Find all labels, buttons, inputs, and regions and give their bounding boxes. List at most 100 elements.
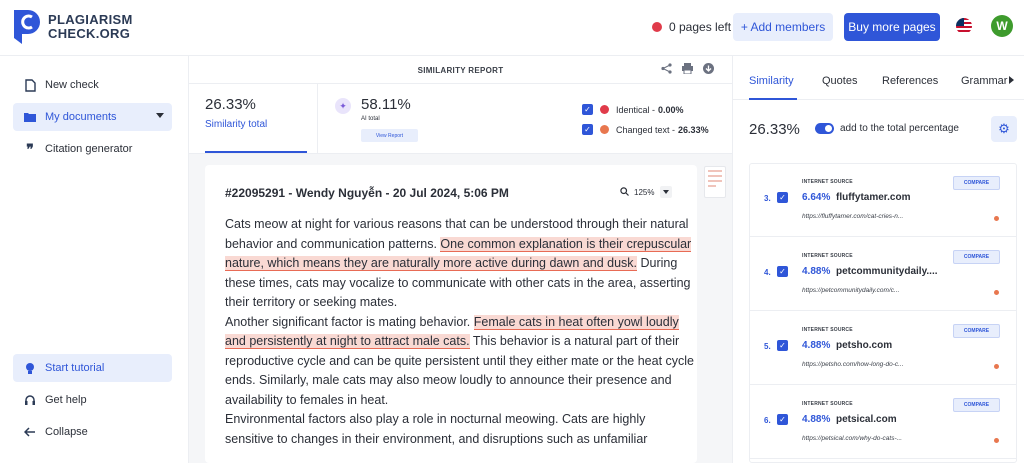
pages-left-indicator: 0 pages left bbox=[652, 20, 731, 34]
checkbox-icon[interactable]: ✓ bbox=[777, 414, 788, 425]
sparkle-icon: ✦ bbox=[335, 98, 351, 114]
checkbox-icon[interactable]: ✓ bbox=[777, 266, 788, 277]
similarity-total-value: 26.33% bbox=[205, 96, 256, 113]
sidebar-item-label: Get help bbox=[45, 394, 87, 406]
user-avatar[interactable]: W bbox=[991, 15, 1013, 37]
source-name[interactable]: petcommunitydaily.... bbox=[836, 266, 946, 277]
tab-references[interactable]: References bbox=[882, 75, 938, 87]
source-number: 6. bbox=[764, 416, 771, 425]
file-icon bbox=[23, 78, 37, 92]
source-kind: INTERNET SOURCE bbox=[802, 327, 853, 333]
source-percent: 4.88% bbox=[802, 340, 831, 351]
view-report-button[interactable]: View Report bbox=[361, 129, 418, 142]
report-header: SIMILARITY REPORT bbox=[189, 56, 732, 84]
panel-similarity-total: 26.33% bbox=[749, 121, 800, 138]
source-item[interactable]: 3. ✓ INTERNET SOURCE 6.64% fluffytamer.c… bbox=[750, 164, 1016, 237]
similarity-total-tab[interactable]: 26.33% Similarity total bbox=[205, 96, 267, 130]
source-name[interactable]: petsical.com bbox=[836, 414, 946, 425]
document-text: Cats meow at night for various reasons t… bbox=[225, 215, 695, 449]
sidebar-item-new-check[interactable]: New check bbox=[13, 71, 172, 99]
source-percent: 6.64% bbox=[802, 192, 831, 203]
source-number: 5. bbox=[764, 342, 771, 351]
chevron-down-icon[interactable] bbox=[660, 186, 673, 198]
changed-dot-icon bbox=[994, 364, 999, 369]
compare-button[interactable]: COMPARE bbox=[953, 398, 1000, 412]
logo-icon bbox=[12, 8, 42, 46]
report-title: SIMILARITY REPORT bbox=[417, 66, 504, 75]
compare-button[interactable]: COMPARE bbox=[953, 324, 1000, 338]
add-to-total-toggle[interactable] bbox=[815, 123, 834, 134]
source-url[interactable]: https://petcommunitydaily.com/c... bbox=[802, 287, 947, 294]
source-number: 3. bbox=[764, 194, 771, 203]
chevron-down-icon[interactable] bbox=[156, 113, 164, 118]
folder-icon bbox=[23, 110, 37, 124]
brand-line1: PLAGIARISM bbox=[48, 12, 133, 27]
active-tab-indicator bbox=[205, 151, 307, 153]
download-icon[interactable] bbox=[703, 63, 714, 77]
similarity-total-label: Similarity total bbox=[205, 119, 268, 130]
sidebar-item-label: New check bbox=[45, 79, 99, 91]
checkbox-icon[interactable]: ✓ bbox=[777, 340, 788, 351]
source-item[interactable]: 4. ✓ INTERNET SOURCE 4.88% petcommunityd… bbox=[750, 238, 1016, 311]
sidebar-item-citation-generator[interactable]: ❞ Citation generator bbox=[13, 135, 172, 163]
checkbox-icon[interactable]: ✓ bbox=[777, 192, 788, 203]
gear-icon: ⚙ bbox=[998, 121, 1010, 136]
compare-button[interactable]: COMPARE bbox=[953, 250, 1000, 264]
pages-left-text: 0 pages left bbox=[669, 20, 732, 34]
sources-panel: Similarity Quotes References Grammar 26.… bbox=[732, 56, 1024, 463]
source-percent: 4.88% bbox=[802, 266, 831, 277]
print-icon[interactable] bbox=[682, 63, 693, 77]
sidebar: New check My documents ❞ Citation genera… bbox=[0, 56, 189, 463]
changed-dot-icon bbox=[994, 438, 999, 443]
brand-line2: CHECK.ORG bbox=[48, 26, 131, 41]
headset-icon bbox=[23, 393, 37, 407]
source-url[interactable]: https://petsical.com/why-do-cats-... bbox=[802, 435, 947, 442]
source-url[interactable]: https://fluffytamer.com/cat-cries-n... bbox=[802, 213, 947, 220]
changed-dot-icon bbox=[600, 125, 609, 134]
zoom-search-icon bbox=[620, 186, 629, 198]
tab-similarity[interactable]: Similarity bbox=[749, 75, 794, 87]
source-item[interactable]: 5. ✓ INTERNET SOURCE 4.88% petsho.com ht… bbox=[750, 312, 1016, 385]
source-name[interactable]: fluffytamer.com bbox=[836, 192, 946, 203]
source-url[interactable]: https://petsho.com/how-long-do-c... bbox=[802, 361, 947, 368]
checkbox-icon[interactable]: ✓ bbox=[582, 104, 593, 115]
legend-changed-text[interactable]: ✓ Changed text - 26.33% bbox=[582, 124, 709, 135]
source-kind: INTERNET SOURCE bbox=[802, 179, 853, 185]
compare-button[interactable]: COMPARE bbox=[953, 176, 1000, 190]
buy-more-pages-button[interactable]: Buy more pages bbox=[844, 13, 940, 41]
changed-dot-icon bbox=[994, 216, 999, 221]
sidebar-item-label: Collapse bbox=[45, 426, 88, 438]
identical-dot-icon bbox=[600, 105, 609, 114]
sidebar-item-get-help[interactable]: Get help bbox=[13, 386, 172, 414]
legend-identical[interactable]: ✓ Identical - 0.00% bbox=[582, 104, 684, 115]
brand-logo[interactable]: PLAGIARISM CHECK.ORG bbox=[12, 8, 133, 46]
document-card: #22095291 - Wendy Nguyễn - 20 Jul 2024, … bbox=[205, 165, 697, 463]
legend-value: 26.33% bbox=[678, 124, 709, 135]
status-dot-icon bbox=[652, 22, 662, 32]
source-kind: INTERNET SOURCE bbox=[802, 401, 853, 407]
add-members-button[interactable]: + Add members bbox=[733, 13, 833, 41]
us-flag-icon[interactable] bbox=[956, 18, 972, 34]
sidebar-item-start-tutorial[interactable]: Start tutorial bbox=[13, 354, 172, 382]
source-list: 3. ✓ INTERNET SOURCE 6.64% fluffytamer.c… bbox=[749, 163, 1017, 463]
checkbox-icon[interactable]: ✓ bbox=[582, 124, 593, 135]
quote-icon: ❞ bbox=[26, 140, 34, 157]
share-icon[interactable] bbox=[661, 63, 672, 77]
chevron-right-icon[interactable] bbox=[1009, 76, 1014, 84]
sidebar-item-label: Start tutorial bbox=[45, 362, 105, 374]
source-item[interactable]: 6. ✓ INTERNET SOURCE 4.88% petsical.com … bbox=[750, 386, 1016, 459]
arrow-left-icon bbox=[23, 425, 37, 439]
report-stats: 26.33% Similarity total ✦ 58.11% AI tota… bbox=[189, 84, 732, 154]
zoom-control[interactable]: 125% bbox=[620, 186, 673, 198]
sidebar-item-label: My documents bbox=[45, 111, 117, 123]
settings-button[interactable]: ⚙ bbox=[991, 116, 1017, 142]
source-kind: INTERNET SOURCE bbox=[802, 253, 853, 259]
source-name[interactable]: petsho.com bbox=[836, 340, 946, 351]
sidebar-item-my-documents[interactable]: My documents bbox=[13, 103, 172, 131]
tab-grammar[interactable]: Grammar bbox=[961, 75, 1007, 87]
page-thumbnail[interactable] bbox=[704, 166, 726, 198]
lightbulb-icon bbox=[23, 361, 37, 375]
sidebar-item-collapse[interactable]: Collapse bbox=[13, 418, 172, 446]
panel-tabs: Similarity Quotes References Grammar bbox=[733, 56, 1024, 100]
tab-quotes[interactable]: Quotes bbox=[822, 75, 857, 87]
